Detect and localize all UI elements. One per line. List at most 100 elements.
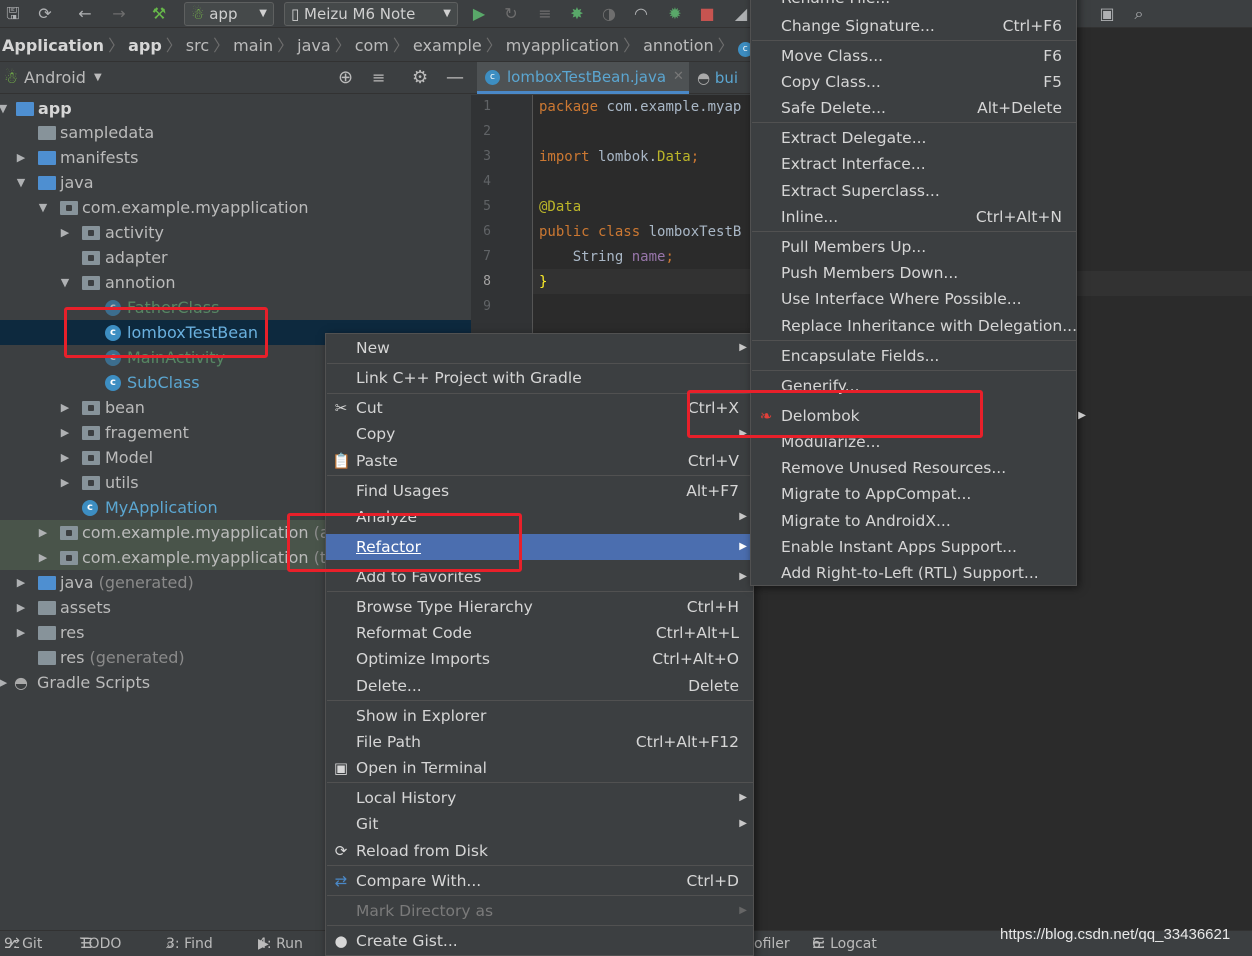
tree-row-package[interactable]: ▼ com.example.myapplication bbox=[0, 195, 471, 220]
tree-row-activity[interactable]: ▶ activity bbox=[0, 220, 471, 245]
menu-item-link-cpp[interactable]: Link C++ Project with Gradle bbox=[326, 365, 753, 391]
breadcrumb-item[interactable]: java bbox=[297, 30, 331, 61]
chevron-down-icon[interactable]: ▼ bbox=[94, 62, 102, 94]
breadcrumb-item[interactable]: app bbox=[128, 30, 162, 61]
menu-item-instant-apps[interactable]: Enable Instant Apps Support... bbox=[751, 534, 1076, 560]
chevron-right-icon[interactable]: ▶ bbox=[58, 420, 72, 445]
chevron-right-icon[interactable]: ▶ bbox=[58, 445, 72, 470]
chevron-right-icon[interactable]: ▶ bbox=[14, 570, 28, 595]
save-icon[interactable]: 🖫 bbox=[2, 3, 24, 25]
menu-item-file-path[interactable]: File Path Ctrl+Alt+F12 bbox=[326, 729, 753, 755]
menu-item-new[interactable]: New ▶ bbox=[326, 335, 753, 361]
chevron-down-icon[interactable]: ▼ bbox=[36, 195, 50, 220]
tree-row-app[interactable]: ▼ app bbox=[0, 96, 471, 121]
menu-item-delete[interactable]: Delete... Delete bbox=[326, 673, 753, 699]
chevron-right-icon[interactable]: ▶ bbox=[58, 395, 72, 420]
tree-row-java[interactable]: ▼ java bbox=[0, 170, 471, 195]
breadcrumb-item[interactable]: src bbox=[186, 30, 209, 61]
chevron-right-icon[interactable]: ▶ bbox=[58, 220, 72, 245]
back-icon[interactable]: ← bbox=[74, 3, 96, 25]
sync-icon[interactable]: ⟳ bbox=[34, 3, 56, 25]
profiler-tool-button[interactable]: ofiler bbox=[754, 931, 790, 956]
menu-item-rename-file[interactable]: Rename File... bbox=[751, 0, 1076, 11]
menu-item-open-terminal[interactable]: ▣ Open in Terminal bbox=[326, 755, 753, 781]
apply-changes-icon[interactable]: ↻ bbox=[500, 3, 522, 25]
menu-item-use-interface[interactable]: Use Interface Where Possible... bbox=[751, 286, 1076, 312]
chevron-down-icon[interactable]: ▼ bbox=[58, 270, 72, 295]
chevron-right-icon[interactable]: ▶ bbox=[58, 470, 72, 495]
menu-item-add-rtl[interactable]: Add Right-to-Left (RTL) Support... bbox=[751, 560, 1076, 586]
hammer-icon[interactable]: ⚒ bbox=[148, 3, 170, 25]
menu-item-create-gist[interactable]: ● Create Gist... bbox=[326, 928, 753, 954]
menu-item-optimize-imports[interactable]: Optimize Imports Ctrl+Alt+O bbox=[326, 646, 753, 672]
coverage-icon[interactable]: ◑ bbox=[598, 3, 620, 25]
menu-item-reformat[interactable]: Reformat Code Ctrl+Alt+L bbox=[326, 620, 753, 646]
menu-item-migrate-androidx[interactable]: Migrate to AndroidX... bbox=[751, 508, 1076, 534]
menu-item-extract-interface[interactable]: Extract Interface... bbox=[751, 151, 1076, 177]
menu-item-extract-delegate[interactable]: Extract Delegate... bbox=[751, 125, 1076, 151]
chevron-down-icon[interactable]: ▼ bbox=[14, 170, 28, 195]
avd-icon[interactable]: ◢ bbox=[730, 3, 752, 25]
tab-lomboxtestbean[interactable]: c lomboxTestBean.java ✕ bbox=[477, 62, 689, 94]
tree-row-manifests[interactable]: ▶ manifests bbox=[0, 145, 471, 170]
menu-label: Inline... bbox=[781, 208, 839, 226]
menu-item-safe-delete[interactable]: Safe Delete... Alt+Delete bbox=[751, 95, 1076, 121]
menu-item-migrate-appcompat[interactable]: Migrate to AppCompat... bbox=[751, 481, 1076, 507]
menu-item-browse-hierarchy[interactable]: Browse Type Hierarchy Ctrl+H bbox=[326, 594, 753, 620]
chevron-right-icon[interactable]: ▶ bbox=[14, 595, 28, 620]
debug-icon[interactable]: ✸ bbox=[566, 3, 588, 25]
chevron-right-icon[interactable]: ▶ bbox=[14, 145, 28, 170]
menu-label: Open in Terminal bbox=[356, 759, 487, 777]
menu-item-move-class[interactable]: Move Class... F6 bbox=[751, 43, 1076, 69]
forward-icon[interactable]: → bbox=[108, 3, 130, 25]
menu-item-compare[interactable]: ⇄ Compare With... Ctrl+D bbox=[326, 868, 753, 894]
tab-build-gradle[interactable]: ◓ bui bbox=[697, 62, 757, 94]
breadcrumb-item[interactable]: example bbox=[413, 30, 482, 61]
menu-item-remove-unused[interactable]: Remove Unused Resources... bbox=[751, 455, 1076, 481]
menu-item-reload[interactable]: ⟳ Reload from Disk bbox=[326, 838, 753, 864]
menu-item-paste[interactable]: 📋 Paste Ctrl+V bbox=[326, 448, 753, 474]
gear-icon[interactable]: ⚙ bbox=[412, 62, 428, 94]
tree-row-annotion[interactable]: ▼ annotion bbox=[0, 270, 471, 295]
menu-item-push-members-down[interactable]: Push Members Down... bbox=[751, 260, 1076, 286]
menu-item-find-usages[interactable]: Find Usages Alt+F7 bbox=[326, 478, 753, 504]
code-editor[interactable]: 1 2 3 4 5 6 7 8 9 package com.example.my… bbox=[471, 95, 751, 335]
menu-item-pull-members-up[interactable]: Pull Members Up... bbox=[751, 234, 1076, 260]
menu-item-extract-superclass[interactable]: Extract Superclass... bbox=[751, 178, 1076, 204]
breadcrumb-item[interactable]: annotion bbox=[643, 30, 714, 61]
chevron-right-icon[interactable]: ▶ bbox=[14, 620, 28, 645]
breadcrumb-item[interactable]: main bbox=[233, 30, 273, 61]
menu-item-show-explorer[interactable]: Show in Explorer bbox=[326, 703, 753, 729]
chevron-down-icon[interactable]: ▼ bbox=[0, 96, 10, 121]
run-icon[interactable]: ▶ bbox=[468, 3, 490, 25]
tree-row-adapter[interactable]: adapter bbox=[0, 245, 471, 270]
tree-label: utils bbox=[105, 473, 139, 492]
menu-item-replace-inheritance[interactable]: Replace Inheritance with Delegation... bbox=[751, 313, 1077, 339]
close-icon[interactable]: ✕ bbox=[673, 62, 684, 92]
breadcrumb-item[interactable]: com bbox=[355, 30, 389, 61]
search-icon[interactable]: ⌕ bbox=[1128, 3, 1150, 25]
menu-item-change-signature[interactable]: Change Signature... Ctrl+F6 bbox=[751, 13, 1076, 39]
project-view-select[interactable]: Android bbox=[24, 62, 86, 94]
tree-row-sampledata[interactable]: sampledata bbox=[0, 120, 471, 145]
run-config-select[interactable]: ☃ app ▼ bbox=[184, 2, 274, 26]
layout-icon[interactable]: ▣ bbox=[1096, 3, 1118, 25]
chevron-right-icon[interactable]: ▶ bbox=[36, 520, 50, 545]
hide-icon[interactable]: — bbox=[446, 62, 464, 94]
menu-item-copy-class[interactable]: Copy Class... F5 bbox=[751, 69, 1076, 95]
menu-item-git[interactable]: Git ▶ bbox=[326, 811, 753, 837]
profile-icon[interactable]: ◠ bbox=[630, 3, 652, 25]
menu-item-local-history[interactable]: Local History ▶ bbox=[326, 785, 753, 811]
device-select[interactable]: ▯ Meizu M6 Note ▼ bbox=[284, 2, 458, 26]
breadcrumb-item[interactable]: Application bbox=[0, 30, 104, 61]
chevron-right-icon[interactable]: ▶ bbox=[36, 545, 50, 570]
apply-code-icon[interactable]: ≡ bbox=[534, 3, 556, 25]
chevron-right-icon[interactable]: ▶ bbox=[0, 670, 10, 695]
menu-item-encapsulate-fields[interactable]: Encapsulate Fields... bbox=[751, 343, 1076, 369]
collapse-all-icon[interactable]: ≡ bbox=[372, 62, 385, 94]
menu-item-inline[interactable]: Inline... Ctrl+Alt+N bbox=[751, 204, 1076, 230]
stop-icon[interactable]: ■ bbox=[696, 3, 718, 25]
locate-icon[interactable]: ⊕ bbox=[338, 62, 353, 94]
breadcrumb-item[interactable]: myapplication bbox=[506, 30, 619, 61]
attach-debugger-icon[interactable]: ✹ bbox=[664, 3, 686, 25]
